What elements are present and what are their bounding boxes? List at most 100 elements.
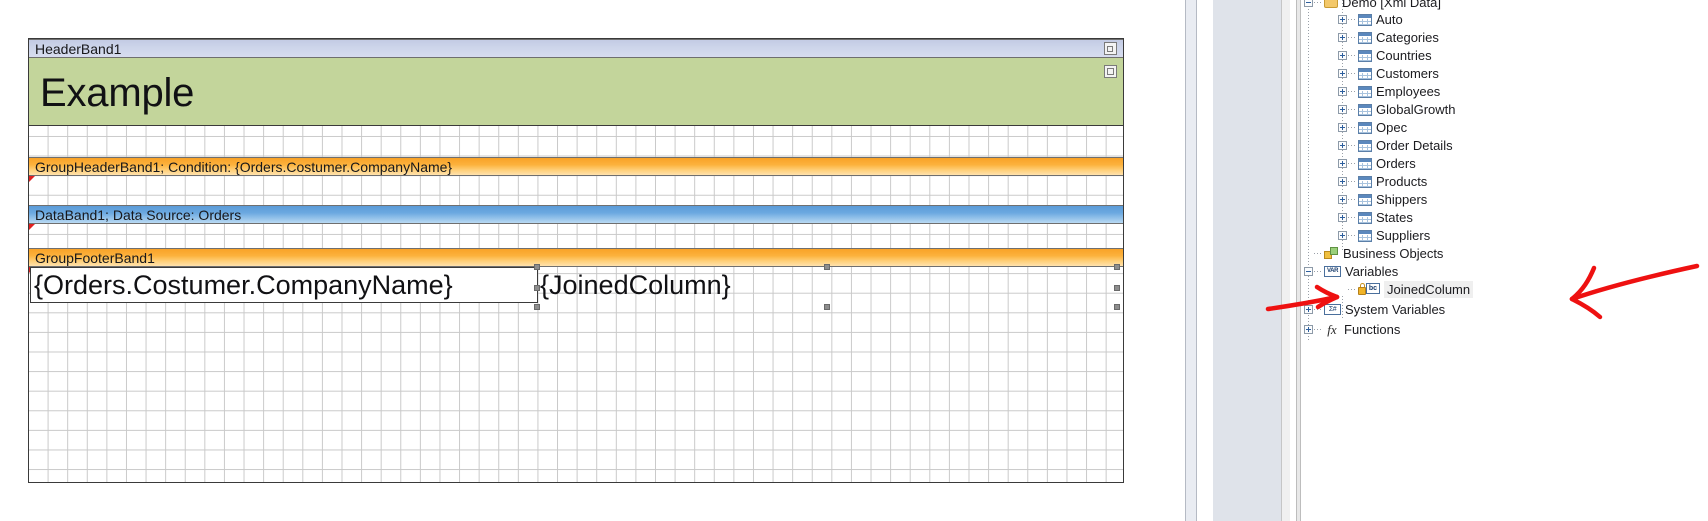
tree-node-functions[interactable]: fx Functions: [1304, 321, 1400, 338]
expand-icon-states[interactable]: [1338, 213, 1347, 222]
expand-icon-order-details[interactable]: [1338, 141, 1347, 150]
tree-node-countries[interactable]: Countries: [1338, 47, 1432, 64]
table-icon: [1358, 121, 1372, 134]
tree-node-label: Business Objects: [1343, 246, 1444, 261]
report-designer-canvas[interactable]: HeaderBand1 Example GroupHeaderBand1; Co…: [28, 38, 1124, 483]
expander-placeholder: [1304, 249, 1313, 258]
tree-node-business-objects[interactable]: Business Objects: [1304, 245, 1443, 262]
tree-node-categories[interactable]: Categories: [1338, 29, 1439, 46]
expand-icon-suppliers[interactable]: [1338, 231, 1347, 240]
variables-icon: VAR: [1324, 266, 1341, 277]
tree-node-auto[interactable]: Auto: [1338, 11, 1403, 28]
report-text-joined-column[interactable]: {JoinedColumn}: [537, 267, 1121, 303]
tree-node-label: Employees: [1376, 84, 1441, 99]
tree-connector: [1348, 217, 1357, 218]
tree-connector: [1348, 289, 1357, 290]
expand-icon-categories[interactable]: [1338, 33, 1347, 42]
lock-body: [1358, 287, 1366, 295]
tree-node-shippers[interactable]: Shippers: [1338, 191, 1427, 208]
expand-icon-system-variables[interactable]: [1304, 305, 1313, 314]
expand-icon-orders[interactable]: [1338, 159, 1347, 168]
selection-handle-bottom-center[interactable]: [824, 304, 830, 310]
collapse-band-icon[interactable]: [1104, 65, 1117, 78]
expand-icon-shippers[interactable]: [1338, 195, 1347, 204]
tree-node-label: System Variables: [1345, 302, 1446, 317]
tree-node-label: Suppliers: [1376, 228, 1431, 243]
report-text-title[interactable]: Example: [30, 60, 1122, 126]
panel-splitter[interactable]: [1296, 0, 1301, 521]
tree-connector: [1314, 253, 1323, 254]
tree-node-states[interactable]: States: [1338, 209, 1413, 226]
table-icon: [1358, 211, 1372, 224]
tree-node-joinedcolumn[interactable]: bc JoinedColumn: [1338, 281, 1474, 298]
tree-node-label: Order Details: [1376, 138, 1453, 153]
expand-icon-employees[interactable]: [1338, 87, 1347, 96]
tree-node-label: Categories: [1376, 30, 1439, 45]
copy-band-icon[interactable]: [1104, 42, 1117, 55]
tree-node-customers[interactable]: Customers: [1338, 65, 1439, 82]
expand-icon-opec[interactable]: [1338, 123, 1347, 132]
variable-type-badge: bc: [1366, 283, 1380, 294]
tree-connector: [1348, 91, 1357, 92]
tree-node-order-details[interactable]: Order Details: [1338, 137, 1453, 154]
selection-handle-top-right[interactable]: [1114, 264, 1120, 270]
tree-node-system-variables[interactable]: Σ# System Variables: [1304, 301, 1445, 318]
table-icon: [1358, 13, 1372, 26]
tree-node-label: Opec: [1376, 120, 1408, 135]
band-marker-groupheader: [29, 176, 35, 182]
locked-variable-icon: bc: [1358, 283, 1380, 296]
table-icon: [1358, 67, 1372, 80]
tree-connector: [1348, 127, 1357, 128]
band-marker-databand: [29, 224, 35, 230]
tree-node-label: Demo [Xml Data]: [1342, 0, 1441, 10]
expand-icon-customers[interactable]: [1338, 69, 1347, 78]
expand-icon-countries[interactable]: [1338, 51, 1347, 60]
collapse-icon-variables[interactable]: [1304, 267, 1313, 276]
table-icon: [1358, 85, 1372, 98]
tree-connector: [1348, 199, 1357, 200]
selection-handle-middle-left[interactable]: [534, 285, 540, 291]
band-caption-headerband1[interactable]: HeaderBand1: [29, 39, 1123, 58]
functions-icon: fx: [1327, 321, 1337, 337]
expand-icon-products[interactable]: [1338, 177, 1347, 186]
table-icon: [1358, 193, 1372, 206]
collapse-icon-demo[interactable]: [1304, 0, 1313, 7]
panel-rail-left: [1185, 0, 1197, 521]
table-icon: [1358, 157, 1372, 170]
tree-node-globalgrowth[interactable]: GlobalGrowth: [1338, 101, 1455, 118]
selection-handle-top-center[interactable]: [824, 264, 830, 270]
table-icon: [1358, 229, 1372, 242]
tree-node-demo[interactable]: Demo [Xml Data]: [1304, 0, 1441, 11]
table-icon: [1358, 49, 1372, 62]
report-text-company-name[interactable]: {Orders.Costumer.CompanyName}: [30, 267, 538, 303]
tree-connector: [1314, 309, 1323, 310]
expand-icon-functions[interactable]: [1304, 325, 1313, 334]
selection-handle-bottom-right[interactable]: [1114, 304, 1120, 310]
band-caption-groupfooterband1[interactable]: GroupFooterBand1: [29, 248, 1123, 267]
tree-node-variables[interactable]: VAR Variables: [1304, 263, 1398, 280]
table-icon: [1358, 139, 1372, 152]
dictionary-tree[interactable]: Demo [Xml Data] Auto Categories Countrie…: [1302, 0, 1708, 521]
table-icon: [1358, 103, 1372, 116]
tree-node-opec[interactable]: Opec: [1338, 119, 1407, 136]
tree-connector: [1348, 145, 1357, 146]
expand-icon-auto[interactable]: [1338, 15, 1347, 24]
table-icon: [1358, 175, 1372, 188]
tree-connector: [1348, 235, 1357, 236]
tree-connector: [1348, 109, 1357, 110]
selection-handle-middle-right[interactable]: [1114, 285, 1120, 291]
business-objects-icon: [1324, 247, 1339, 260]
tree-node-label: States: [1376, 210, 1413, 225]
tree-node-suppliers[interactable]: Suppliers: [1338, 227, 1430, 244]
band-caption-databand1[interactable]: DataBand1; Data Source: Orders: [29, 205, 1123, 224]
tree-guide-root: [1308, 0, 1309, 340]
tree-node-orders[interactable]: Orders: [1338, 155, 1416, 172]
expand-icon-globalgrowth[interactable]: [1338, 105, 1347, 114]
tree-node-products[interactable]: Products: [1338, 173, 1427, 190]
selection-handle-bottom-left[interactable]: [534, 304, 540, 310]
selection-handle-top-left[interactable]: [534, 264, 540, 270]
tree-node-label: GlobalGrowth: [1376, 102, 1456, 117]
tree-node-employees[interactable]: Employees: [1338, 83, 1440, 100]
tree-connector: [1348, 181, 1357, 182]
band-caption-groupheaderband1[interactable]: GroupHeaderBand1; Condition: {Orders.Cos…: [29, 157, 1123, 176]
